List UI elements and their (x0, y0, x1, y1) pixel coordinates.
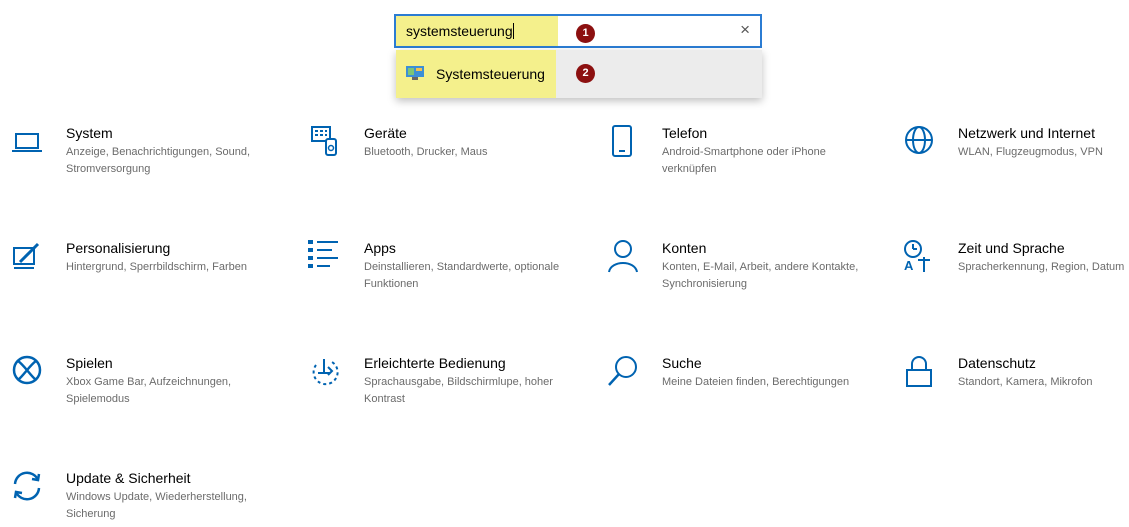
tile-title: Datenschutz (958, 355, 1036, 371)
tile-update-sicherheit[interactable]: Update & Sicherheit Windows Update, Wied… (10, 470, 270, 527)
tile-desc: Sprachausgabe, Bildschirmlupe, hoher Kon… (364, 376, 553, 405)
personalization-icon (13, 242, 40, 269)
xbox-icon (12, 355, 42, 385)
tile-title: Konten (662, 240, 707, 256)
tile-personalisierung[interactable]: Personalisierung Hintergrund, Sperrbilds… (10, 240, 270, 300)
tile-title: Suche (662, 355, 702, 371)
devices-icon (311, 126, 337, 156)
tile-desc: Xbox Game Bar, Aufzeichnungen, Spielemod… (66, 376, 232, 405)
control-panel-icon (406, 66, 424, 80)
tile-title: Update & Sicherheit (66, 470, 191, 486)
tile-title: Netzwerk und Internet (958, 125, 1095, 141)
tile-desc: Konten, E-Mail, Arbeit, andere Kontakte,… (662, 261, 859, 290)
tile-title: Spielen (66, 355, 113, 371)
tile-title: Telefon (662, 125, 708, 141)
tile-desc: Standort, Kamera, Mikrofon (958, 376, 1093, 388)
update-sync-icon (13, 471, 41, 501)
tile-desc: Hintergrund, Sperrbildschirm, Farben (66, 261, 247, 273)
tile-title: Personalisierung (66, 240, 171, 256)
tile-desc: WLAN, Flugzeugmodus, VPN (958, 146, 1103, 158)
tile-desc: Spracherkennung, Region, Datum (958, 261, 1125, 273)
search-input[interactable]: systemsteuerung (406, 23, 514, 39)
phone-icon (612, 125, 632, 157)
tile-datenschutz[interactable]: Datenschutz Standort, Kamera, Mikrofon (902, 355, 1129, 415)
tile-desc: Android-Smartphone oder iPhone verknüpfe… (662, 146, 826, 175)
apps-list-icon (308, 240, 338, 268)
time-language-icon: A (904, 240, 930, 273)
tile-title: Zeit und Sprache (958, 240, 1065, 256)
tile-geraete[interactable]: Geräte Bluetooth, Drucker, Maus (308, 125, 568, 185)
search-icon (608, 356, 637, 386)
tile-desc: Anzeige, Benachrichtigungen, Sound, Stro… (66, 146, 251, 175)
search-query-text: systemsteuerung (406, 23, 513, 39)
tile-desc: Bluetooth, Drucker, Maus (364, 146, 488, 158)
tile-title: Apps (364, 240, 396, 256)
svg-text:A: A (904, 258, 914, 273)
tile-desc: Meine Dateien finden, Berechtigungen (662, 376, 850, 388)
ease-of-access-icon (312, 359, 339, 386)
tile-title: Erleichterte Bedienung (364, 355, 506, 371)
step-badge-2: 2 (576, 64, 595, 83)
tile-title: Geräte (364, 125, 407, 141)
clear-icon[interactable]: × (740, 20, 750, 40)
tile-konten[interactable]: Konten Konten, E-Mail, Arbeit, andere Ko… (606, 240, 866, 300)
suggestion-systemsteuerung[interactable]: Systemsteuerung (436, 66, 545, 82)
laptop-icon (12, 133, 42, 152)
text-caret (512, 23, 514, 39)
tile-spielen[interactable]: Spielen Xbox Game Bar, Aufzeichnungen, S… (10, 355, 270, 415)
tile-desc: Windows Update, Wiederherstellung, Siche… (66, 491, 247, 520)
tile-title: System (66, 125, 113, 141)
tile-system[interactable]: System Anzeige, Benachrichtigungen, Soun… (10, 125, 270, 185)
tile-zeit-sprache[interactable]: A Zeit und Sprache Spracherkennung, Regi… (902, 240, 1129, 300)
globe-icon (905, 126, 933, 154)
tile-suche[interactable]: Suche Meine Dateien finden, Berechtigung… (606, 355, 866, 415)
step-badge-1: 1 (576, 24, 595, 43)
tile-netzwerk[interactable]: Netzwerk und Internet WLAN, Flugzeugmodu… (902, 125, 1129, 185)
tile-telefon[interactable]: Telefon Android-Smartphone oder iPhone v… (606, 125, 866, 185)
tile-desc: Deinstallieren, Standardwerte, optionale… (364, 261, 560, 290)
person-icon (608, 240, 638, 273)
tile-erleichterte-bedienung[interactable]: Erleichterte Bedienung Sprachausgabe, Bi… (308, 355, 568, 415)
lock-icon (906, 356, 932, 387)
tile-apps[interactable]: Apps Deinstallieren, Standardwerte, opti… (308, 240, 568, 300)
